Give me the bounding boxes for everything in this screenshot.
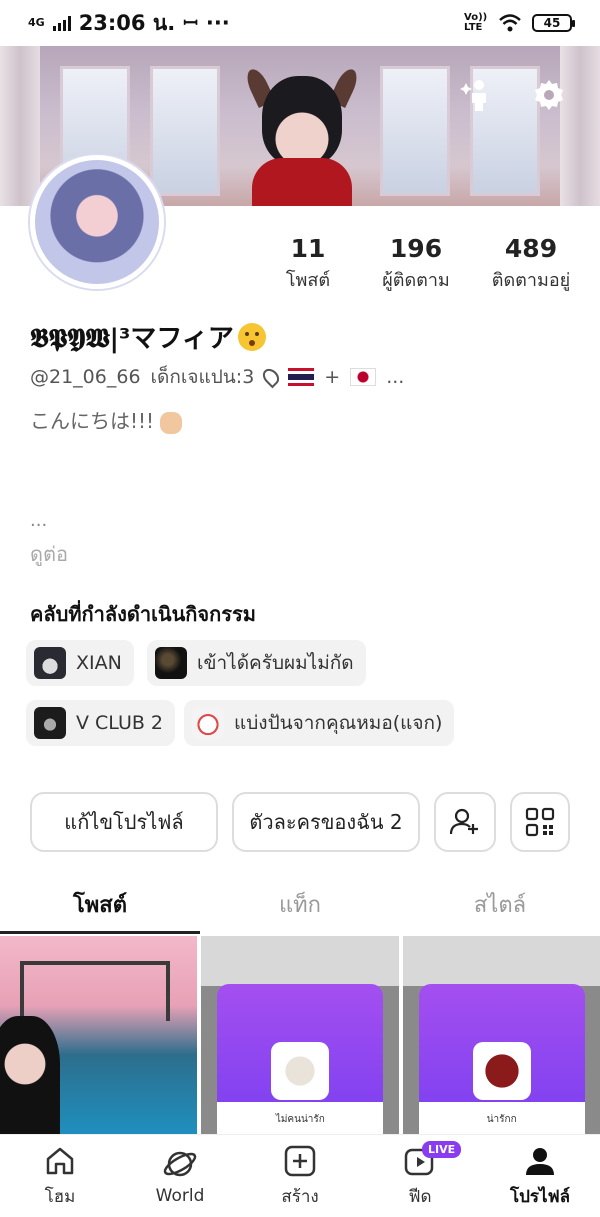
nav-label: ฟีด [408, 1186, 432, 1207]
club-thumbnail [34, 707, 66, 739]
stat-label: โพสต์ [285, 270, 331, 291]
home-icon [42, 1143, 78, 1179]
tab-style[interactable]: สไตล์ [400, 880, 600, 932]
stat-value: 11 [290, 234, 326, 263]
thailand-flag-icon [288, 368, 315, 386]
user-tagline: เด็กเจแปน:3 [150, 366, 255, 388]
club-name: เข้าได้ครับผมไม่กัด [197, 652, 354, 674]
gift-item-image [271, 1042, 330, 1100]
clubs-title: คลับที่กำลังดำเนินกิจกรรม [30, 602, 256, 626]
tab-tags[interactable]: แท็ก [200, 880, 400, 932]
club-thumbnail [34, 647, 66, 679]
japan-flag-icon [350, 368, 377, 386]
club-chip[interactable]: เข้าได้ครับผมไม่กัด [147, 640, 366, 686]
club-name: V CLUB 2 [76, 712, 164, 734]
settings-gear-icon[interactable] [530, 76, 568, 114]
qr-code-icon [525, 807, 555, 837]
stat-label: ติดตามอยู่ [491, 270, 571, 291]
window-decor [150, 66, 220, 196]
avatar-customize-icon[interactable] [458, 76, 496, 114]
curtain-left [0, 46, 40, 206]
club-chip[interactable]: แบ่งปันจากคุณหมอ(แจก) [184, 700, 455, 746]
bio-text: こんにちは!!! [30, 409, 155, 433]
clock: 23:06 น. [78, 10, 176, 35]
plus-square-icon [282, 1143, 318, 1179]
waving-hand-emoji-icon [160, 411, 183, 434]
nav-world[interactable]: World [120, 1135, 240, 1217]
gift-item-image [472, 1042, 531, 1100]
edit-profile-button[interactable]: แก้ไขโปรไฟล์ [30, 792, 218, 852]
user-handle: @21_06_66 [30, 366, 141, 388]
display-name: 𝕭𝕻𝖄𝖂|³マフィア [30, 318, 266, 355]
post-thumbnail[interactable]: ไม่คนน่ารัก [201, 936, 399, 1134]
nav-profile[interactable]: โปรไฟล์ [480, 1135, 600, 1217]
nav-label: สร้าง [281, 1186, 319, 1207]
nav-label: โฮม [44, 1186, 76, 1207]
bottom-navigation: โฮม World สร้าง LIVE ฟีด โปรไฟล์ [0, 1134, 600, 1217]
stat-followers[interactable]: 196 ผู้ติดตาม [356, 232, 476, 296]
character-decor [0, 1016, 60, 1134]
pavilion-decor [20, 961, 170, 1021]
bio-more-dots: ... [30, 510, 48, 531]
nav-label: World [155, 1186, 205, 1206]
gift-post-header [402, 936, 600, 986]
volte-label: Vo)) LTE [464, 12, 488, 33]
qr-code-button[interactable] [510, 792, 570, 852]
wifi-icon [499, 14, 521, 32]
notification-icon: ꟷ [183, 13, 198, 34]
person-icon [522, 1143, 558, 1179]
stat-value: 489 [504, 234, 558, 263]
profile-avatar[interactable] [30, 155, 164, 289]
post-thumbnail[interactable]: น่ารักก [402, 936, 600, 1134]
add-friend-button[interactable] [434, 792, 496, 852]
location-ellipsis: ... [386, 366, 405, 388]
club-name: แบ่งปันจากคุณหมอ(แจก) [234, 712, 443, 734]
see-more-link[interactable]: ดูต่อ [30, 538, 68, 570]
curtain-right [560, 46, 600, 206]
club-thumbnail [192, 707, 224, 739]
post-thumbnail[interactable] [0, 936, 198, 1134]
signal-icon [52, 15, 71, 31]
stat-following[interactable]: 489 ติดตามอยู่ [476, 232, 586, 296]
display-name-text: 𝕭𝕻𝖄𝖂|³マフィア [30, 324, 234, 354]
gift-card: ไม่คนน่ารัก [217, 984, 384, 1134]
live-badge: LIVE [422, 1141, 462, 1158]
tab-posts[interactable]: โพสต์ [0, 880, 200, 934]
gift-post-header [201, 936, 399, 986]
bio: こんにちは!!! [30, 405, 183, 434]
nav-label: โปรไฟล์ [509, 1186, 571, 1207]
location-pin-icon [259, 365, 283, 389]
gift-caption: ไม่คนน่ารัก [217, 1102, 384, 1134]
more-notifications-icon: ··· [205, 11, 230, 35]
nav-feed[interactable]: LIVE ฟีด [360, 1135, 480, 1217]
network-label: 4G [28, 16, 45, 29]
club-chip[interactable]: XIAN [26, 640, 134, 686]
my-characters-button[interactable]: ตัวละครของฉัน 2 [232, 792, 420, 852]
club-chip[interactable]: V CLUB 2 [26, 700, 176, 746]
location-suffix: + [324, 366, 341, 388]
battery-icon: 45 [532, 14, 575, 32]
stat-posts[interactable]: 11 โพสต์ [260, 232, 356, 296]
window-decor [380, 66, 450, 196]
planet-icon [162, 1146, 198, 1182]
gift-card: น่ารักก [418, 984, 585, 1134]
profile-stats: 11 โพสต์ 196 ผู้ติดตาม 489 ติดตามอยู่ [260, 232, 590, 296]
handle-row: @21_06_66 เด็กเจแปน:3 + ... [30, 362, 404, 392]
stat-value: 196 [389, 234, 443, 263]
banner-character-body [252, 158, 352, 206]
club-thumbnail [155, 647, 187, 679]
club-name: XIAN [76, 652, 122, 674]
status-bar: 4G 23:06 น. ꟷ ··· Vo)) LTE 45 [0, 0, 600, 46]
nav-home[interactable]: โฮม [0, 1135, 120, 1217]
banner-character [262, 76, 342, 166]
gift-caption: น่ารักก [418, 1102, 585, 1134]
kissing-face-emoji-icon [237, 322, 266, 351]
profile-tabs: โพสต์ แท็ก สไตล์ [0, 880, 600, 934]
stat-label: ผู้ติดตาม [382, 270, 450, 291]
posts-grid: ไม่คนน่ารัก น่ารักก [0, 936, 600, 1134]
nav-create[interactable]: สร้าง [240, 1135, 360, 1217]
add-person-icon [449, 808, 478, 835]
